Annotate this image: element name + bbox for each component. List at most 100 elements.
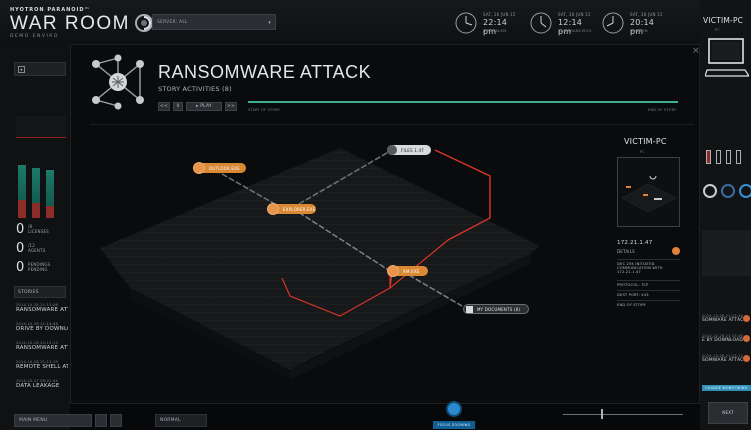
camera-button[interactable]	[446, 401, 462, 417]
ring-gauges	[703, 184, 751, 198]
gauge-bar	[716, 150, 721, 164]
gauge-bar	[736, 150, 741, 164]
process-icon	[267, 203, 279, 215]
story-subtitle: STORY ACTIVITIES (8)	[158, 85, 232, 93]
node-label: OUTLOOK.EXE	[209, 165, 240, 171]
story-item[interactable]: 2014-10-28 21:13:19 REMOTE SHELL ATI	[16, 360, 68, 370]
view-select[interactable]: NORMAL	[155, 414, 207, 427]
stat-number: 0	[16, 241, 25, 256]
right-story-item[interactable]: 2014-10-28 21:13:46 SOMWARE ATTACK	[702, 314, 751, 323]
status-bar	[32, 167, 40, 218]
zoom-slider[interactable]	[563, 414, 683, 415]
story-name: DRIVE BY DOWNLOI	[16, 326, 68, 332]
timeline-start-label: START OF STORY	[248, 108, 281, 112]
victim-thumbnail	[617, 157, 680, 227]
stat-number: 0	[16, 260, 25, 275]
story-name: RANSOMWARE ATT.	[16, 307, 68, 313]
file-icon	[387, 145, 397, 155]
graph-node-documents[interactable]: MY DOCUMENTS (8)	[463, 304, 529, 314]
stat-number: 0	[16, 222, 25, 237]
clock-time: 20:14 pm	[630, 18, 655, 36]
pause-button[interactable]: II	[173, 102, 183, 111]
menu-option-button[interactable]	[95, 414, 107, 427]
story-item[interactable]: 2014-10-28 21:13:13 RANSOMWARE ATT.	[16, 341, 68, 351]
node-label: EXPLORER.EXE	[283, 206, 316, 212]
clock-date: SAT, 26 JUN 15	[630, 12, 663, 17]
forward-button[interactable]: >>	[225, 102, 237, 111]
camera-label: FOCUS ZOOMING	[433, 421, 475, 429]
clock-date: SAT, 26 JUN 15	[483, 12, 516, 17]
activity-chart	[16, 116, 66, 138]
clock-city: SAN FRANCISCO	[558, 28, 592, 33]
stat-label: /8 LICENSES	[28, 224, 49, 234]
story-name: DATA LEAKAGE	[16, 383, 60, 389]
right-story-item[interactable]: 2014-10-28 21:13:13 SOMWARE ATTACK	[702, 354, 751, 363]
clock-icon	[602, 12, 624, 34]
clock-icon	[530, 12, 552, 34]
status-bar	[46, 169, 54, 218]
info-row: DEST PORT: 443	[617, 290, 680, 297]
left-filter-select[interactable]: ▾	[14, 62, 66, 76]
info-row: END OF STORY	[617, 300, 680, 307]
network-icon	[92, 54, 144, 110]
right-victim-title: VICTIM-PC	[703, 16, 744, 25]
story-alert-dot	[743, 315, 750, 322]
graph-node-files[interactable]: FILES 1.47	[387, 145, 431, 155]
timeline-end-label: END OF STORY	[648, 108, 677, 112]
panel-divider	[90, 124, 694, 125]
clock-date: SAT, 26 JUN 15	[558, 12, 591, 17]
status-bar-alert	[46, 205, 54, 218]
floor-grid	[100, 148, 540, 370]
status-bar-alert	[18, 199, 26, 218]
node-label: FILES 1.47	[401, 147, 424, 153]
next-button[interactable]: NEXT	[708, 402, 748, 424]
graph-node-rm[interactable]: RM.EXE	[387, 265, 428, 277]
play-button[interactable]: ▸ PLAY	[186, 102, 222, 111]
clock-jerusalem: SAT, 26 JUN 15 22:14 pm JERUSALEM	[453, 11, 517, 36]
brand-title: WAR ROOM	[10, 12, 131, 34]
story-item[interactable]: 2014-10-28 21:13:46 DRIVE BY DOWNLOI	[16, 322, 68, 332]
stat-label: PENDINGS PENDING	[28, 262, 51, 272]
story-timeline[interactable]	[248, 101, 678, 103]
stories-select[interactable]: STORIES	[14, 286, 66, 298]
graph-node-outlook[interactable]: OUTLOOK.EXE	[193, 162, 246, 174]
clock-time: 12:14 pm	[558, 18, 583, 36]
main-menu-select[interactable]: MAIN MENU	[14, 414, 92, 427]
change-monitoring-button[interactable]: CHANGE MONITORING	[702, 385, 751, 391]
brand-demo: DEMO ENVIRO	[10, 34, 59, 39]
clock-time: 22:14 pm	[483, 18, 508, 36]
story-name: REMOTE SHELL ATI	[16, 364, 68, 370]
victim-title: VICTIM-PC	[624, 137, 667, 146]
menu-option-button[interactable]	[110, 414, 122, 427]
story-item[interactable]: 2014-10-27 09:22:44 DATA LEAKAGE	[16, 379, 68, 389]
status-bar-alert	[32, 203, 40, 218]
info-row: DEC 25K INITIATED COMMUNICATION WITH 172…	[617, 259, 680, 274]
chevron-down-icon: ▾	[268, 20, 271, 26]
victim-sub: PC	[640, 150, 645, 154]
process-icon	[387, 265, 399, 277]
zoom-slider-handle[interactable]	[601, 409, 603, 419]
status-bars	[16, 150, 66, 218]
server-select[interactable]: SERVER: ALL ▾	[152, 14, 276, 30]
details-button[interactable]	[672, 247, 680, 255]
victim-ip: 172.21.1.47	[617, 240, 653, 246]
right-story-item[interactable]: 2014-10-28 21:13:46 E BY DOWNLOAD	[702, 334, 751, 343]
document-icon	[466, 306, 473, 313]
graph-node-explorer[interactable]: EXPLORER.EXE	[267, 203, 316, 215]
info-row: PROTOCOL: TCP	[617, 280, 680, 287]
clock-icon	[455, 12, 477, 34]
process-icon	[193, 162, 205, 174]
rewind-button[interactable]: <<	[158, 102, 170, 111]
clock-city: LONDON	[630, 28, 648, 33]
brand-logo: HYOTRON PARANOID™ WAR ROOM DEMO ENVIRO	[10, 7, 154, 39]
stat-agents: 0/12 AGENTS	[16, 241, 45, 256]
story-item[interactable]: 2014-10-28 21:13:46 RANSOMWARE ATT.	[16, 303, 68, 313]
clock-san-francisco: SAT, 26 JUN 15 12:14 pm SAN FRANCISCO	[528, 11, 592, 36]
close-icon[interactable]: ×	[692, 46, 700, 56]
server-select-value: SERVER: ALL	[157, 20, 188, 25]
node-label: RM.EXE	[403, 268, 420, 274]
stat-label: /12 AGENTS	[28, 243, 46, 253]
left-sidebar	[0, 44, 70, 430]
node-label: MY DOCUMENTS (8)	[477, 307, 521, 312]
right-detail-panel	[702, 230, 751, 276]
